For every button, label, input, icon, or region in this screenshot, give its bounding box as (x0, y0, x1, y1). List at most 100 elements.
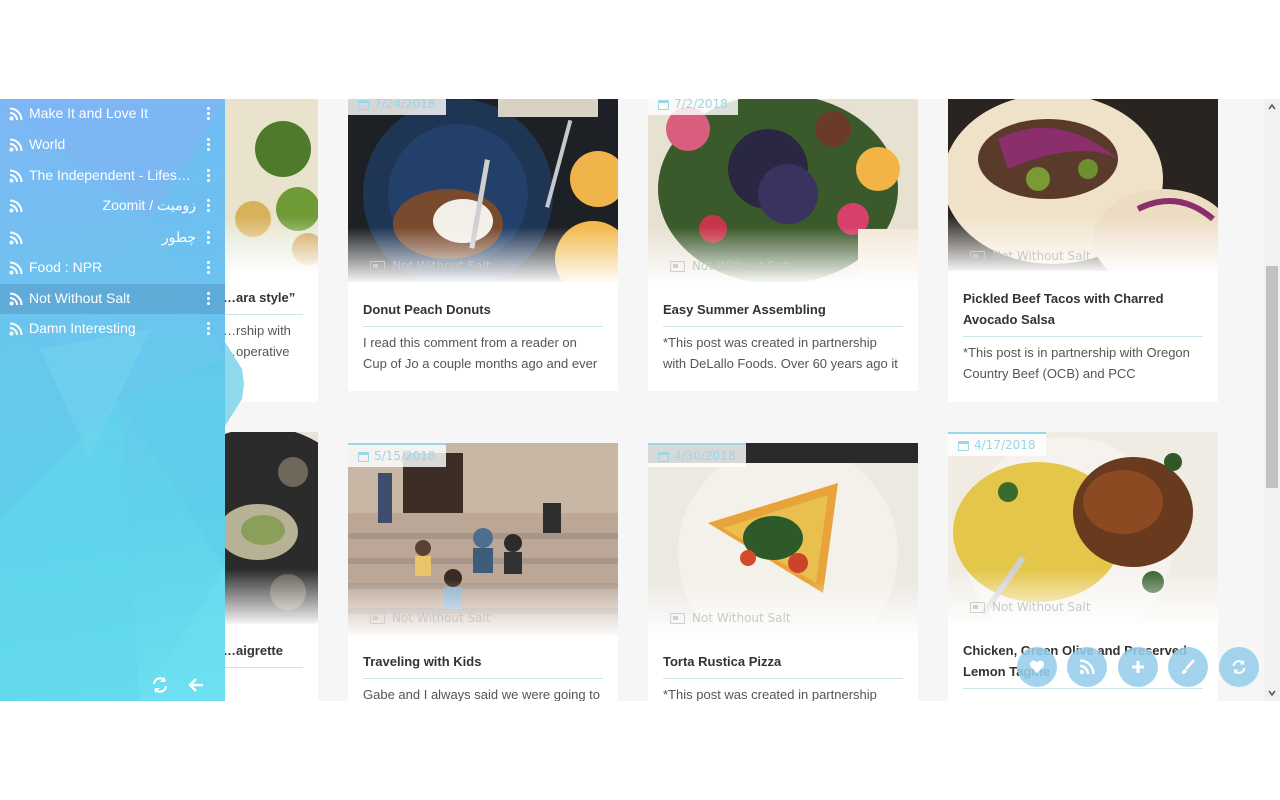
date-text: 5/15/2018 (374, 449, 436, 463)
scrollbar[interactable] (1264, 99, 1280, 701)
favorite-button[interactable] (1017, 647, 1057, 687)
article-title[interactable]: Easy Summer Assembling (663, 299, 903, 327)
brush-icon (1182, 659, 1195, 674)
feed-sidebar: Make It and Love It World The Independen… (0, 99, 225, 701)
date-text: 7/24/2018 (374, 99, 436, 111)
rss-icon (9, 107, 23, 121)
scroll-down-arrow[interactable] (1268, 689, 1276, 697)
newspaper-icon (670, 613, 685, 624)
article-image[interactable] (948, 432, 1218, 624)
sidebar-feed-zoomit[interactable]: زومیت / Zoomit (0, 191, 225, 221)
calendar-icon (958, 441, 969, 451)
rss-icon (9, 138, 23, 152)
newspaper-icon (670, 261, 685, 272)
more-vertical-icon[interactable] (203, 322, 213, 338)
feed-label: Not Without Salt (29, 290, 131, 306)
source-tag: Not Without Salt (370, 611, 491, 625)
source-name: Not Without Salt (992, 249, 1091, 263)
sidebar-feed-make-it-and-love-it[interactable]: Make It and Love It (0, 99, 225, 129)
date-badge: 4/17/2018 (948, 432, 1046, 456)
more-vertical-icon[interactable] (203, 138, 213, 154)
newspaper-icon (970, 251, 985, 262)
sidebar-feed-damn-interesting[interactable]: Damn Interesting (0, 314, 225, 344)
calendar-icon (358, 452, 369, 462)
plus-icon (1132, 661, 1144, 673)
sidebar-feed-chetor[interactable]: چطور (0, 223, 225, 253)
scrollbar-thumb[interactable] (1266, 266, 1278, 488)
feed-label: World (29, 136, 66, 152)
calendar-icon (358, 100, 369, 110)
sidebar-feed-independent-lifestyle[interactable]: The Independent - Lifestyle (0, 161, 225, 191)
arrow-left-icon[interactable] (186, 675, 206, 695)
feed-label: Damn Interesting (29, 320, 136, 336)
heart-icon (1029, 660, 1045, 673)
feed-label: Food : NPR (29, 259, 103, 275)
source-name: Not Without Salt (392, 259, 491, 273)
refresh-icon (1232, 660, 1246, 674)
article-excerpt: *This post was created in partnership wi… (663, 335, 898, 371)
article-image[interactable] (648, 443, 918, 635)
source-name: Not Without Salt (392, 611, 491, 625)
article-excerpt: Gabe and I always said we were going to (363, 687, 601, 701)
rss-button[interactable] (1067, 647, 1107, 687)
article-card[interactable]: Not Without Salt Pickled Beef Tacos with… (948, 99, 1218, 402)
source-tag: Not Without Salt (970, 600, 1091, 614)
sidebar-feed-world[interactable]: World (0, 130, 225, 160)
date-badge: 7/2/2018 (648, 99, 738, 115)
calendar-icon (658, 100, 669, 110)
article-card[interactable]: 7/24/2018 Not Without Salt Donut Peach D… (348, 99, 618, 391)
refresh-icon[interactable] (150, 675, 170, 695)
more-vertical-icon[interactable] (203, 261, 213, 277)
date-text: 4/17/2018 (974, 438, 1036, 452)
article-image[interactable] (348, 99, 618, 282)
article-title[interactable]: Donut Peach Donuts (363, 299, 603, 327)
article-excerpt: *This post was created in partnership (663, 687, 877, 701)
source-name: Not Without Salt (692, 259, 791, 273)
refresh-button[interactable] (1219, 647, 1259, 687)
more-vertical-icon[interactable] (203, 292, 213, 308)
article-title[interactable]: Traveling with Kids (363, 651, 603, 679)
article-image[interactable] (648, 99, 918, 282)
source-name: Not Without Salt (992, 600, 1091, 614)
feed-label: Make It and Love It (29, 105, 149, 121)
source-tag: Not Without Salt (670, 259, 791, 273)
newspaper-icon (970, 602, 985, 613)
sidebar-feed-not-without-salt[interactable]: Not Without Salt (0, 284, 225, 314)
rss-icon (9, 231, 23, 245)
article-excerpt: *This post is in partnership with Oregon… (963, 345, 1190, 381)
rss-icon (9, 199, 23, 213)
article-card[interactable]: 4/30/2018 Not Without Salt Torta Rustica… (648, 443, 918, 701)
calendar-icon (658, 452, 669, 462)
newspaper-icon (370, 261, 385, 272)
newspaper-icon (370, 613, 385, 624)
article-excerpt: I read this comment from a reader on Cup… (363, 335, 598, 371)
date-text: 4/30/2018 (674, 449, 736, 463)
rss-icon (9, 261, 23, 275)
date-badge: 7/24/2018 (348, 99, 446, 115)
article-image[interactable] (948, 99, 1218, 271)
rss-icon (9, 292, 23, 306)
feed-label: چطور (161, 229, 196, 245)
theme-button[interactable] (1168, 647, 1208, 687)
scroll-up-arrow[interactable] (1268, 103, 1276, 111)
article-card[interactable]: 7/2/2018 Not Without Salt Easy Summer As… (648, 99, 918, 391)
more-vertical-icon[interactable] (203, 169, 213, 185)
sidebar-feed-food-npr[interactable]: Food : NPR (0, 253, 225, 283)
feed-label: زومیت / Zoomit (102, 197, 196, 213)
date-badge: 5/15/2018 (348, 443, 446, 467)
add-feed-button[interactable] (1118, 647, 1158, 687)
more-vertical-icon[interactable] (203, 199, 213, 215)
article-image[interactable] (348, 443, 618, 635)
more-vertical-icon[interactable] (203, 107, 213, 123)
rss-icon (9, 169, 23, 183)
rss-icon (9, 322, 23, 336)
source-name: Not Without Salt (692, 611, 791, 625)
rss-icon (1079, 659, 1095, 675)
source-tag: Not Without Salt (970, 249, 1091, 263)
more-vertical-icon[interactable] (203, 231, 213, 247)
article-title[interactable]: Torta Rustica Pizza (663, 651, 903, 679)
article-title[interactable]: Pickled Beef Tacos with Charred Avocado … (963, 288, 1203, 337)
source-tag: Not Without Salt (370, 259, 491, 273)
source-tag: Not Without Salt (670, 611, 791, 625)
article-card[interactable]: 5/15/2018 Not Without Salt Traveling wit… (348, 443, 618, 701)
